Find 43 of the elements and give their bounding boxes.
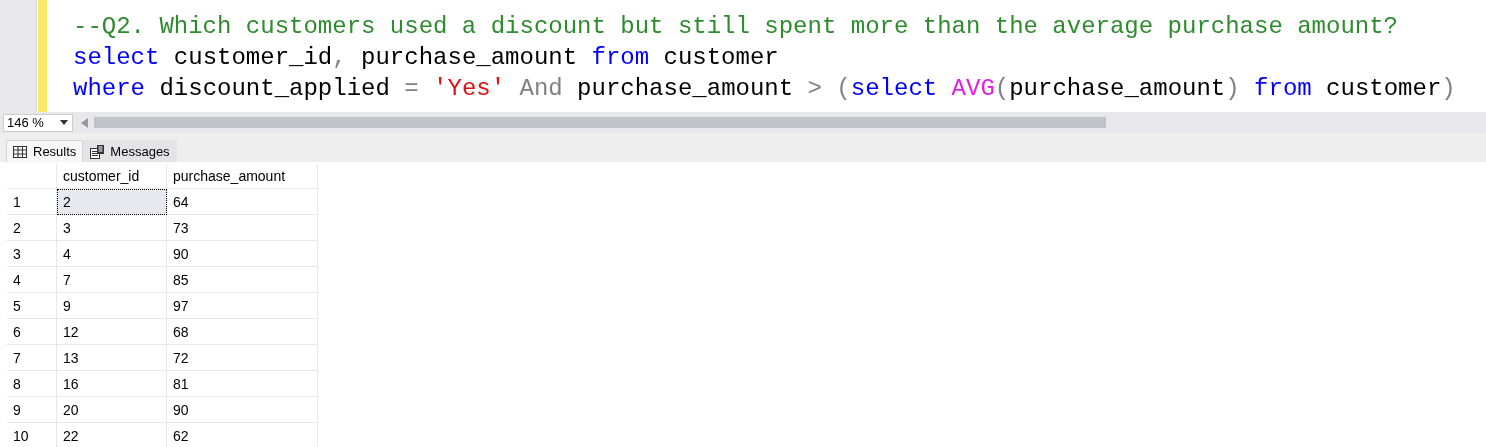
table-cell[interactable]: 68 [166,318,318,345]
table-cell[interactable]: 3 [56,214,167,241]
scrollbar-thumb[interactable] [94,117,1106,128]
table-cell[interactable]: 90 [166,240,318,267]
table-cell[interactable]: 9 [56,292,167,319]
row-number[interactable]: 4 [7,266,57,293]
tab[interactable]: Messages [83,140,177,162]
document-icon [90,144,105,159]
code-line: where discount_applied = 'Yes' And purchase_amount > (select AVG(purchase_amount) from customer) [73,74,1456,104]
row-number[interactable]: 2 [7,214,57,241]
code-line: --Q2. Which customers used a discount but still spent more than the average purchase amount? [73,12,1398,42]
code-line: select customer_id, purchase_amount from customer [73,43,779,73]
table-cell[interactable]: 81 [166,370,318,397]
table-cell[interactable]: 72 [166,344,318,371]
column-header[interactable]: purchase_amount [166,164,318,189]
row-number[interactable]: 6 [7,318,57,345]
table-cell[interactable]: 12 [56,318,167,345]
table-cell[interactable]: 13 [56,344,167,371]
row-number[interactable]: 9 [7,396,57,423]
table-cell[interactable]: 16 [56,370,167,397]
table-cell[interactable]: 2 [56,188,167,215]
scroll-left-icon[interactable] [81,117,88,128]
table-cell[interactable]: 64 [166,188,318,215]
table-cell[interactable]: 90 [166,396,318,423]
caret-icon [60,120,68,125]
row-number[interactable]: 1 [7,188,57,215]
table-cell[interactable]: 73 [166,214,318,241]
column-header[interactable]: customer_id [56,164,167,189]
table-cell[interactable]: 4 [56,240,167,267]
tab[interactable]: Results [6,140,84,162]
table-cell[interactable]: 97 [166,292,318,319]
grid-icon [13,145,27,158]
row-number[interactable]: 7 [7,344,57,371]
row-number[interactable]: 3 [7,240,57,267]
row-number[interactable]: 10 [7,422,57,447]
zoom-dropdown[interactable]: 146 % [3,113,73,132]
table-cell[interactable]: 85 [166,266,318,293]
table-cell[interactable]: 22 [56,422,167,447]
row-number[interactable]: 5 [7,292,57,319]
row-number[interactable]: 8 [7,370,57,397]
table-cell[interactable]: 62 [166,422,318,447]
table-cell[interactable]: 20 [56,396,167,423]
table-cell[interactable]: 7 [56,266,167,293]
